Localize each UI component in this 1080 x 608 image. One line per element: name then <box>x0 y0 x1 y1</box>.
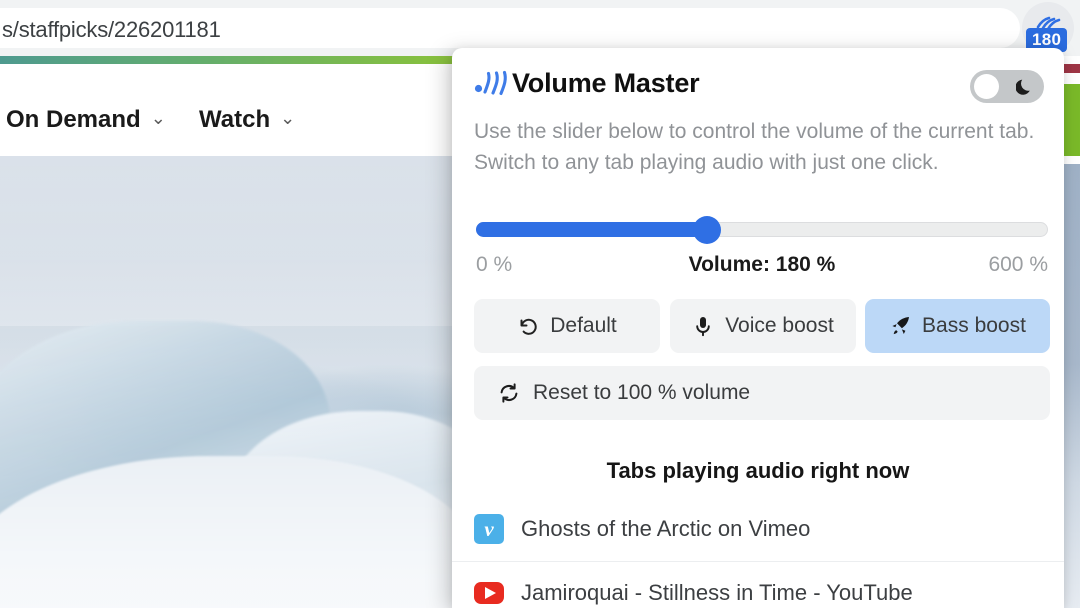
audio-tab-item[interactable]: Jamiroquai - Stillness in Time - YouTube <box>452 561 1064 608</box>
volume-master-popup: Volume Master Use the slider below to co… <box>452 48 1064 608</box>
default-preset-button[interactable]: Default <box>474 299 660 353</box>
bass-boost-button[interactable]: Bass boost <box>865 299 1050 353</box>
page-right-strip <box>1063 56 1080 608</box>
tabs-section-heading: Tabs playing audio right now <box>452 458 1064 484</box>
voice-boost-button[interactable]: Voice boost <box>670 299 856 353</box>
youtube-icon <box>474 582 504 604</box>
strip-accent-green <box>1063 84 1080 156</box>
slider-scale: 0 % Volume: 180 % 600 % <box>476 253 1048 281</box>
audio-tab-item[interactable]: v Ghosts of the Arctic on Vimeo <box>452 498 1064 560</box>
audio-tab-title: Ghosts of the Arctic on Vimeo <box>521 516 810 542</box>
voice-boost-label: Voice boost <box>725 314 834 338</box>
slider-fill <box>476 222 707 237</box>
rocket-icon <box>889 315 911 337</box>
slider-max-label: 600 % <box>988 253 1048 277</box>
vimeo-icon: v <box>474 514 504 544</box>
bass-boost-label: Bass boost <box>922 314 1026 338</box>
slider-thumb[interactable] <box>693 216 721 244</box>
nav-item-on-demand[interactable]: On Demand ⌄ <box>6 106 166 134</box>
moon-icon <box>1016 77 1034 96</box>
reset-volume-button[interactable]: Reset to 100 % volume <box>474 366 1050 420</box>
nav-item-watch-label: Watch <box>199 106 270 133</box>
slider-value-label: Volume: 180 % <box>476 253 1048 277</box>
nav-item-watch[interactable]: Watch ⌄ <box>199 106 295 134</box>
strip-hero-edge <box>1063 164 1080 608</box>
strip-accent-red <box>1063 64 1080 73</box>
popup-header: Volume Master <box>452 48 1064 114</box>
preset-button-row: Default Voice boost Bass boost <box>474 299 1050 353</box>
undo-icon <box>517 315 539 337</box>
address-bar[interactable]: s/staffpicks/226201181 <box>0 8 1020 48</box>
nav-item-on-demand-label: On Demand <box>6 106 141 133</box>
address-bar-url: s/staffpicks/226201181 <box>2 17 221 43</box>
reset-volume-label: Reset to 100 % volume <box>533 381 750 405</box>
chevron-down-icon: ⌄ <box>151 108 166 129</box>
toggle-knob <box>974 74 999 99</box>
audio-tab-title: Jamiroquai - Stillness in Time - YouTube <box>521 580 913 606</box>
popup-title: Volume Master <box>512 68 699 99</box>
sound-waves-icon <box>474 70 508 96</box>
screenshot-root: On Demand ⌄ Watch ⌄ s/staffpicks/226201181 <box>0 0 1080 608</box>
volume-slider[interactable] <box>476 216 1048 244</box>
microphone-icon <box>692 315 714 337</box>
chevron-down-icon: ⌄ <box>280 108 295 129</box>
refresh-icon <box>498 382 520 404</box>
popup-description: Use the slider below to control the volu… <box>474 116 1044 178</box>
dark-mode-toggle[interactable] <box>970 70 1044 103</box>
default-preset-label: Default <box>550 314 617 338</box>
